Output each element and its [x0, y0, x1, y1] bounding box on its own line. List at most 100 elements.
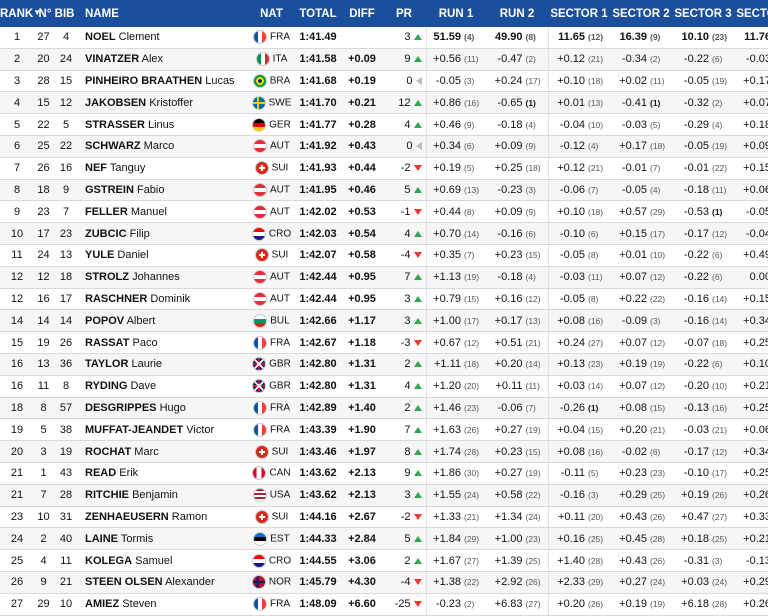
run2: +0.27 (19) — [486, 462, 548, 485]
col-header-bib[interactable]: N° BIB — [34, 0, 79, 27]
athlete-name[interactable]: YULE Daniel — [79, 244, 249, 267]
athlete-name[interactable]: TAYLOR Laurie — [79, 353, 249, 376]
col-header-sector1[interactable]: SECTOR 1 — [548, 0, 610, 27]
first-name: Alex — [141, 53, 164, 66]
athlete-name[interactable]: ZUBCIC Filip — [79, 222, 249, 245]
athlete-name[interactable]: NOEL Clement — [79, 27, 249, 49]
athlete-name[interactable]: PINHEIRO BRAATHEN Lucas — [79, 70, 249, 93]
athlete-name[interactable]: LAINE Tormis — [79, 527, 249, 551]
sector3: 10.10 (23) — [672, 27, 734, 49]
first-name: Tormis — [120, 532, 154, 545]
sector1-rank: (21) — [588, 54, 604, 65]
athlete-name[interactable]: MUFFAT-JEANDET Victor — [79, 418, 249, 442]
table-row[interactable]: 3 28 15 PINHEIRO BRAATHEN Lucas BRA 1:41… — [0, 70, 768, 93]
col-header-diff[interactable]: DIFF — [342, 0, 382, 27]
run2-time: -0.65 — [497, 96, 523, 109]
table-row[interactable]: 15 19 26 RASSAT Paco FRA 1:42.67 +1.18 -… — [0, 331, 768, 354]
col-header-nat[interactable]: NAT — [249, 0, 294, 27]
sector2-rank: (3) — [650, 315, 661, 326]
table-row[interactable]: 16 11 8 RYDING Dave GBR 1:42.80 +1.31 4 … — [0, 375, 768, 398]
athlete-name[interactable]: NEF Tanguy — [79, 157, 249, 180]
table-row[interactable]: 18 8 57 DESGRIPPES Hugo FRA 1:42.89 +1.4… — [0, 397, 768, 420]
table-row[interactable]: 19 5 38 MUFFAT-JEANDET Victor FRA 1:43.3… — [0, 418, 768, 442]
last-name: PINHEIRO BRAATHEN — [85, 74, 203, 87]
total-time: 1:43.46 — [294, 440, 342, 463]
sector1-rank: (15) — [588, 424, 604, 435]
sector2-rank: (17) — [650, 228, 666, 239]
prev-rank: 19 — [34, 331, 53, 354]
run1: 51.59 (4) — [425, 27, 486, 49]
diff: +2.13 — [342, 462, 382, 485]
col-header-sector2[interactable]: SECTOR 2 — [610, 0, 672, 27]
table-row[interactable]: 7 26 16 NEF Tanguy SUI 1:41.93 +0.44 -2 … — [0, 157, 768, 180]
sector2-rank: (29) — [650, 206, 666, 217]
col-header-name[interactable]: NAME — [79, 0, 249, 27]
table-row[interactable]: 4 15 12 JAKOBSEN Kristoffer SWE 1:41.70 … — [0, 91, 768, 115]
table-row[interactable]: 21 7 28 RITCHIE Benjamin USA 1:43.62 +2.… — [0, 484, 768, 507]
sector2-rank: (25) — [650, 490, 666, 501]
col-header-total[interactable]: TOTAL — [294, 0, 342, 27]
nation: GBR — [249, 375, 294, 398]
table-row[interactable]: 12 16 17 RASCHNER Dominik AUT 1:42.44 +0… — [0, 288, 768, 311]
table-row[interactable]: 5 22 5 STRASSER Linus GER 1:41.77 +0.28 … — [0, 113, 768, 136]
athlete-name[interactable]: VINATZER Alex — [79, 48, 249, 71]
table-row[interactable]: 6 25 22 SCHWARZ Marco AUT 1:41.92 +0.43 … — [0, 135, 768, 158]
athlete-name[interactable]: STRASSER Linus — [79, 113, 249, 136]
athlete-name[interactable]: STROLZ Johannes — [79, 266, 249, 289]
first-name: Kristoffer — [149, 96, 193, 109]
table-row[interactable]: 21 1 43 READ Erik CAN 1:43.62 +2.13 9 +1… — [0, 462, 768, 485]
table-row[interactable]: 23 10 31 ZENHAEUSERN Ramon SUI 1:44.16 +… — [0, 506, 768, 529]
athlete-name[interactable]: SCHWARZ Marco — [79, 135, 249, 158]
nation-code: AUT — [270, 271, 290, 283]
table-row[interactable]: 10 17 23 ZUBCIC Filip CRO 1:42.03 +0.54 … — [0, 222, 768, 245]
athlete-name[interactable]: STEEN OLSEN Alexander — [79, 571, 249, 594]
athlete-name[interactable]: POPOV Albert — [79, 309, 249, 333]
athlete-name[interactable]: ROCHAT Marc — [79, 440, 249, 463]
col-header-run2[interactable]: RUN 2 — [486, 0, 548, 27]
table-row[interactable]: 27 29 10 AMIEZ Steven FRA 1:48.09 +6.60 … — [0, 593, 768, 616]
first-name: Daniel — [117, 249, 149, 262]
col-header-rank[interactable]: RANK▼ — [0, 0, 41, 27]
col-header-sector3[interactable]: SECTOR 3 — [672, 0, 734, 27]
table-row[interactable]: 8 18 9 GSTREIN Fabio AUT 1:41.95 +0.46 5… — [0, 179, 768, 202]
athlete-name[interactable]: GSTREIN Fabio — [79, 179, 249, 202]
athlete-name[interactable]: JAKOBSEN Kristoffer — [79, 91, 249, 115]
table-row[interactable]: 1 27 4 NOEL Clement FRA 1:41.49 3 51.59(… — [0, 27, 768, 49]
table-row[interactable]: 2 20 24 VINATZER Alex ITA 1:41.58 +0.09 … — [0, 48, 768, 71]
athlete-name[interactable]: DESGRIPPES Hugo — [79, 397, 249, 420]
athlete-name[interactable]: RASCHNER Dominik — [79, 288, 249, 311]
athlete-name[interactable]: AMIEZ Steven — [79, 593, 249, 616]
col-header-pr[interactable]: PR — [382, 0, 426, 27]
flag-est-icon — [253, 531, 268, 546]
trend-up-icon — [413, 492, 422, 499]
table-row[interactable]: 20 3 19 ROCHAT Marc SUI 1:43.46 +1.97 8 … — [0, 440, 768, 463]
table-row[interactable]: 25 4 11 KOLEGA Samuel CRO 1:44.55 +3.06 … — [0, 549, 768, 572]
athlete-name[interactable]: RASSAT Paco — [79, 331, 249, 354]
athlete-name[interactable]: READ Erik — [79, 462, 249, 485]
sector2: -0.34 (2) — [610, 48, 672, 71]
sector2-time: -0.34 — [621, 53, 647, 66]
total-time: 1:41.92 — [294, 135, 342, 158]
sector4: +0.10(11) — [734, 353, 768, 376]
run2-rank: (6) — [525, 228, 536, 239]
athlete-name[interactable]: KOLEGA Samuel — [79, 549, 249, 572]
athlete-name[interactable]: ZENHAEUSERN Ramon — [79, 506, 249, 529]
athlete-name[interactable]: RITCHIE Benjamin — [79, 484, 249, 507]
total-time: 1:41.58 — [294, 48, 342, 71]
table-row[interactable]: 14 14 14 POPOV Albert BUL 1:42.66 +1.17 … — [0, 309, 768, 333]
athlete-name[interactable]: FELLER Manuel — [79, 200, 249, 224]
table-row[interactable]: 24 2 40 LAINE Tormis EST 1:44.33 +2.84 5… — [0, 527, 768, 551]
col-header-sector4[interactable]: SECTOR 4 — [734, 0, 768, 27]
table-row[interactable]: 11 24 13 YULE Daniel SUI 1:42.07 +0.58 -… — [0, 244, 768, 267]
prev-rank: 2 — [34, 527, 53, 551]
athlete-name[interactable]: RYDING Dave — [79, 375, 249, 398]
table-row[interactable]: 16 13 36 TAYLOR Laurie GBR 1:42.80 +1.31… — [0, 353, 768, 376]
sector3: -0.16 (14) — [672, 309, 734, 333]
table-row[interactable]: 26 9 21 STEEN OLSEN Alexander NOR 1:45.7… — [0, 571, 768, 594]
sector4-time: +0.18 — [743, 118, 768, 131]
sector3-rank: (19) — [712, 141, 728, 152]
bib: 15 — [53, 70, 79, 93]
table-row[interactable]: 9 23 7 FELLER Manuel AUT 1:42.02 +0.53 -… — [0, 200, 768, 224]
col-header-run1[interactable]: RUN 1 — [426, 0, 486, 27]
table-row[interactable]: 12 12 18 STROLZ Johannes AUT 1:42.44 +0.… — [0, 266, 768, 289]
